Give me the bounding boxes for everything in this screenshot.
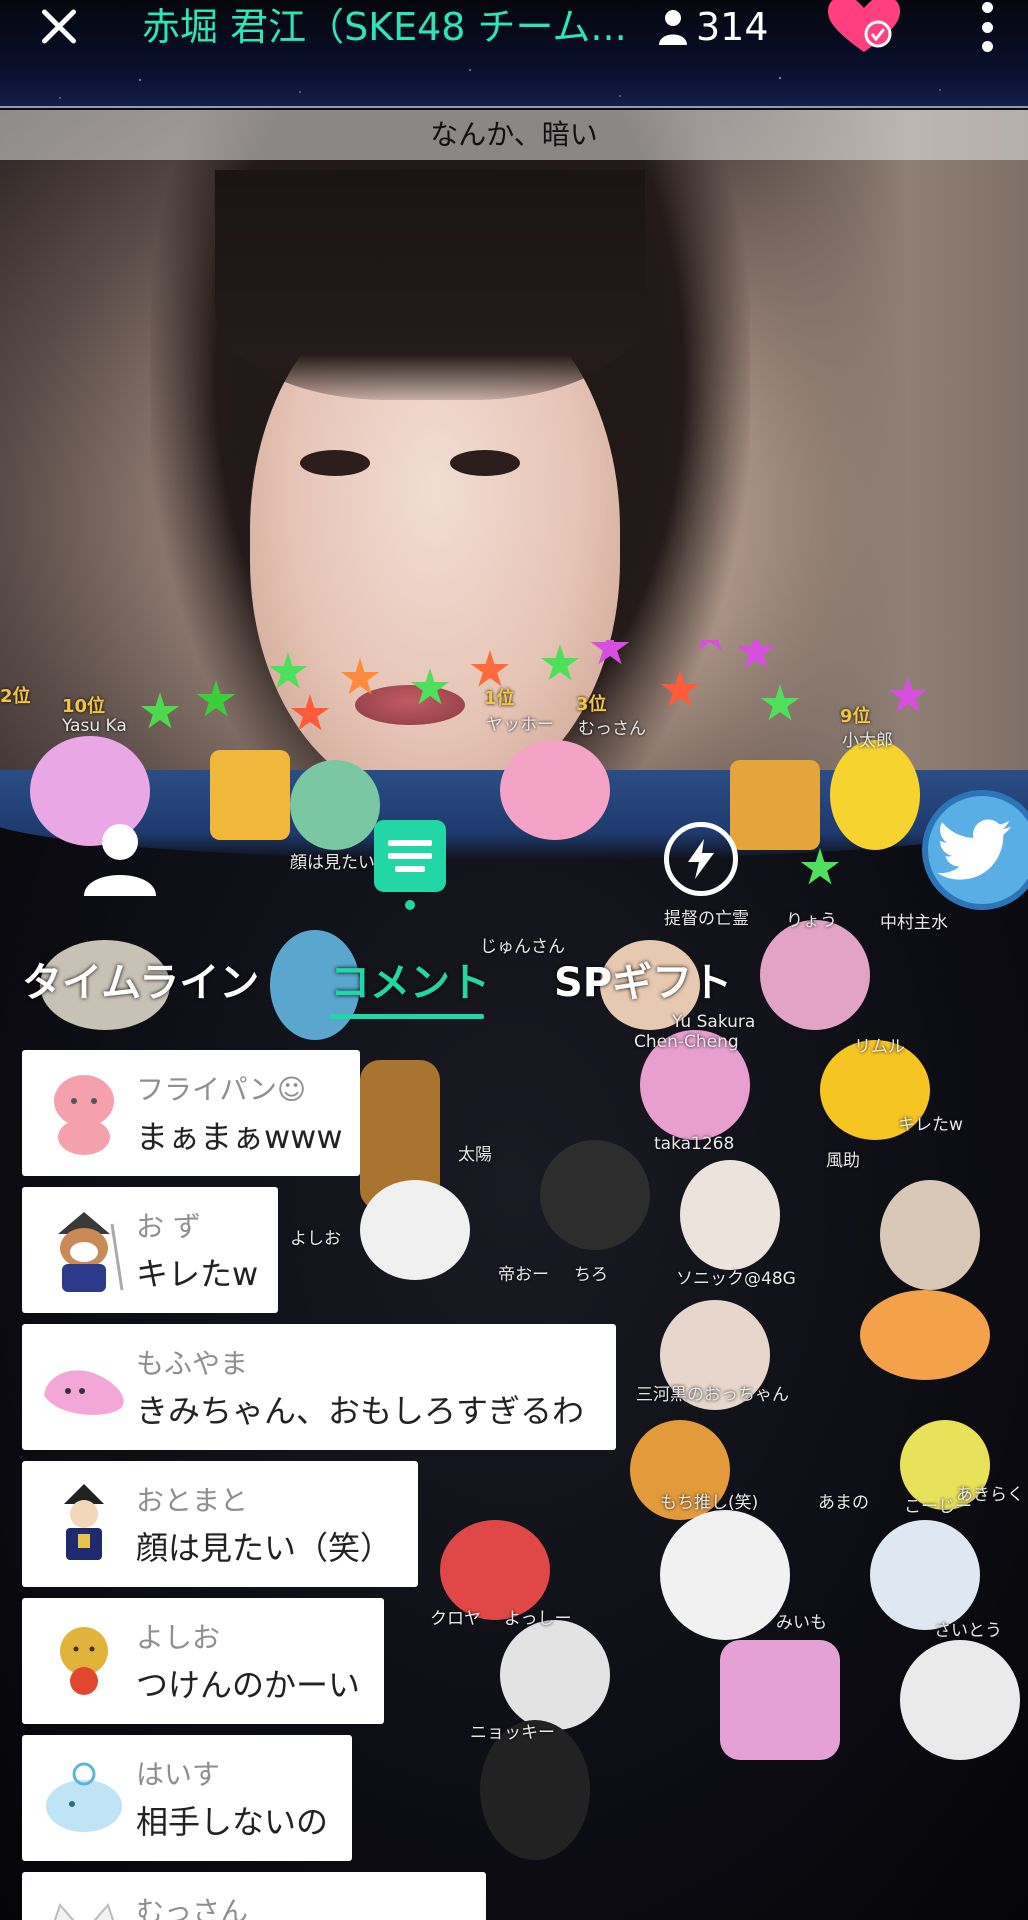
divider: [0, 106, 1028, 108]
name-tag: よしお: [290, 1229, 341, 1249]
star-icon: [590, 640, 630, 665]
comment-text: 顔は見たい（笑）: [136, 1529, 393, 1567]
more-options-icon[interactable]: [976, 2, 998, 52]
star-icon: [340, 658, 380, 695]
rank-tag: 2位: [0, 686, 31, 707]
star-icon: [660, 670, 700, 707]
person-icon: [659, 10, 687, 45]
name-tag: もち推し(笑): [660, 1493, 759, 1513]
name-tag: 太陽: [458, 1145, 492, 1165]
pink-character-icon: [54, 1075, 114, 1155]
star-icon: [540, 644, 580, 681]
comment-card[interactable]: フライパン☺ まぁまぁwww: [22, 1050, 360, 1176]
name-tag: 顔は見たい: [290, 853, 375, 873]
name-tag: taka1268: [654, 1134, 735, 1154]
blue-whale-icon: [46, 1762, 122, 1832]
comment-text: つけんのかーい: [136, 1666, 361, 1704]
comment-mode-icon[interactable]: [374, 820, 446, 892]
lightning-icon[interactable]: [664, 822, 738, 896]
user-profile-icon[interactable]: [82, 822, 158, 896]
name-tag: 風助: [826, 1151, 860, 1171]
comment-username: お ず: [136, 1210, 201, 1243]
name-tag: 提督の亡霊: [664, 909, 749, 929]
viewer-counter: 314: [658, 4, 769, 50]
pink-blob-icon: [44, 1370, 124, 1415]
star-icon: [690, 640, 730, 651]
comment-text: きみちゃん、おもしろすぎるわ: [136, 1392, 585, 1430]
name-tag: あまの: [818, 1493, 869, 1513]
follow-heart-icon[interactable]: [826, 0, 902, 56]
name-tag: キレたw: [898, 1115, 963, 1135]
star-icon: [410, 668, 450, 705]
comment-username: はいす: [136, 1758, 221, 1791]
name-tag: Yasu Ka: [62, 716, 127, 736]
star-icon: [290, 694, 330, 731]
tab-sp-gift[interactable]: SPギフト: [554, 958, 732, 1008]
comment-card[interactable]: はいす 相手しないの: [22, 1735, 352, 1861]
name-tag: Chen-Cheng: [634, 1032, 739, 1052]
comment-text: キレたw: [136, 1255, 259, 1293]
name-tag: あきらく: [956, 1485, 1024, 1505]
close-icon[interactable]: [32, 0, 86, 54]
comment-username: もふやま: [136, 1347, 249, 1380]
comment-card[interactable]: おとまと 顔は見たい（笑）: [22, 1461, 418, 1587]
star-icon: [140, 692, 180, 729]
cat-icon: [53, 1903, 115, 1920]
rank-tag: 1位: [484, 688, 515, 709]
name-tag: よっしー: [504, 1609, 572, 1629]
tab-timeline[interactable]: タイムライン: [22, 958, 259, 1008]
name-tag: ちろ: [574, 1265, 608, 1285]
samurai-raccoon-icon: [58, 1212, 124, 1292]
tab-underline: [330, 1014, 484, 1019]
name-tag: りょう: [786, 911, 837, 931]
name-tag: ヤッホー: [486, 715, 554, 735]
comment-card[interactable]: もふやま きみちゃん、おもしろすぎるわ: [22, 1324, 616, 1450]
comment-username: よしお: [136, 1621, 221, 1654]
name-tag: 中村主水: [880, 913, 948, 933]
star-icon: [888, 676, 928, 713]
rank-tag: 9位: [840, 706, 871, 727]
comment-card[interactable]: よしお つけんのかーい: [22, 1598, 384, 1724]
comment-card[interactable]: むっさん: [22, 1872, 486, 1920]
rank-tag: 3位: [576, 694, 607, 715]
rank-tag: 10位: [62, 696, 106, 717]
name-tag: みいも: [776, 1613, 827, 1633]
twitter-bird-icon: [937, 819, 1011, 880]
name-tag: 帝おー: [498, 1265, 549, 1285]
comment-username: おとまと: [136, 1484, 249, 1517]
comment-text: まぁまぁwww: [136, 1118, 343, 1156]
shogun-figure-icon: [64, 1484, 104, 1560]
name-tag: 三河黒のおっちゃん: [636, 1385, 789, 1405]
star-icon: [268, 652, 308, 689]
name-tag: さいとう: [934, 1621, 1002, 1641]
top-bar: 赤堀 君江（SKE48 チーム... 314: [0, 0, 1028, 108]
viewer-count: 314: [696, 5, 769, 49]
star-icon: [736, 640, 776, 669]
name-tag: じゅんさん: [480, 937, 565, 957]
name-tag: ニョッキー: [470, 1723, 555, 1743]
active-indicator: [405, 900, 415, 910]
comment-text: 相手しないの: [136, 1803, 329, 1841]
star-icon: [760, 684, 800, 721]
name-tag: ソニック@48G: [676, 1269, 796, 1289]
comment-username: フライパン☺: [136, 1073, 307, 1106]
name-tag: Yu Sakura: [672, 1012, 756, 1032]
star-icon: [196, 680, 236, 717]
stream-caption: なんか、暗い: [0, 110, 1028, 160]
name-tag: むっさん: [578, 719, 646, 739]
comment-username: むっさん: [136, 1895, 249, 1920]
comment-card[interactable]: お ず キレたw: [22, 1187, 278, 1313]
sun-face-icon: [60, 1627, 108, 1695]
name-tag: リムル: [854, 1037, 905, 1057]
name-tag: 小太郎: [842, 731, 893, 751]
name-tag: クロヤ: [430, 1609, 481, 1629]
room-title: 赤堀 君江（SKE48 チーム...: [142, 5, 627, 49]
tab-comment[interactable]: コメント: [330, 958, 490, 1008]
